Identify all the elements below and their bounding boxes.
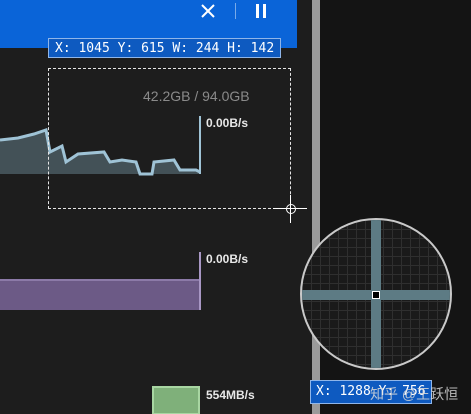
disk-read-graph (0, 252, 201, 310)
selection-readout: X: 1045 Y: 615 W: 244 H: 142 (48, 38, 282, 58)
selection-resize-handle[interactable] (286, 204, 296, 214)
pause-icon (256, 4, 266, 18)
close-icon (201, 4, 215, 18)
network-rate-label: 554MB/s (206, 388, 255, 402)
magnifier-loupe (300, 218, 452, 370)
network-graph (152, 386, 200, 414)
watermark-text: 知乎 @王跃恒 (370, 386, 459, 402)
pause-button[interactable] (248, 0, 274, 22)
network-graph-fill (152, 386, 200, 414)
disk-read-graph-fill (0, 280, 200, 310)
close-button[interactable] (195, 0, 221, 22)
disk-rate-label: 0.00B/s (206, 252, 249, 266)
window-divider (312, 0, 320, 414)
magnifier-center-pixel (372, 291, 380, 299)
capture-selection-box[interactable] (48, 68, 291, 209)
titlebar-separator (235, 3, 236, 19)
